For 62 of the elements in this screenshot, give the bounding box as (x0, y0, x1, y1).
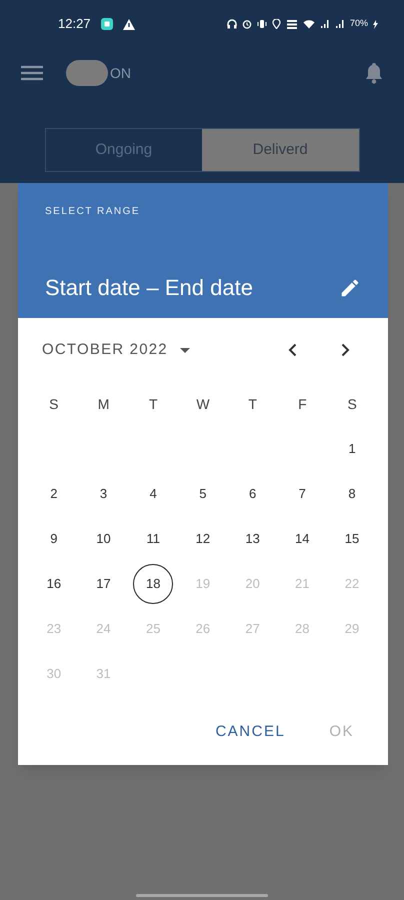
calendar-day[interactable]: 17 (84, 564, 124, 604)
calendar-day[interactable]: 11 (133, 518, 174, 558)
calendar-day: 23 (34, 608, 74, 648)
month-year-dropdown[interactable]: OCTOBER 2022 (42, 338, 190, 362)
dialog-title: Start date – End date (45, 274, 253, 302)
calendar-day: 27 (232, 608, 273, 648)
calendar-day: 29 (332, 608, 372, 648)
dropdown-caret-icon (180, 348, 190, 352)
calendar-day[interactable]: 16 (34, 564, 74, 604)
dialog-overline: SELECT RANGE (45, 205, 142, 219)
calendar-day: 31 (84, 654, 124, 694)
signal-icon (334, 19, 345, 29)
calendar-day[interactable]: 6 (232, 474, 273, 514)
calendar-day: 21 (282, 564, 322, 604)
battery-level: 70% (350, 17, 368, 30)
signal-icon (320, 19, 330, 29)
weekday-label: F (298, 394, 307, 414)
weekday-label: W (196, 394, 210, 414)
calendar-day[interactable]: 9 (34, 518, 74, 558)
calendar-day[interactable]: 5 (182, 474, 223, 514)
notification-bell-icon[interactable] (364, 62, 384, 84)
calendar-day: 28 (282, 608, 322, 648)
calendar-day[interactable]: 14 (282, 518, 322, 558)
alarm-icon (242, 19, 252, 29)
calendar-day[interactable]: 8 (332, 474, 372, 514)
calendar-day[interactable]: 2 (34, 474, 74, 514)
wifi-icon (302, 19, 315, 29)
vibrate-icon (256, 19, 267, 29)
weekday-label: T (149, 394, 158, 414)
calendar-day: 25 (133, 608, 174, 648)
weekday-label: T (248, 394, 257, 414)
toggle-label: ON (110, 64, 131, 82)
warning-icon (122, 18, 135, 30)
calendar-day[interactable]: 18 (133, 564, 174, 604)
pencil-icon[interactable] (339, 276, 361, 298)
calendar-day[interactable]: 10 (84, 518, 124, 558)
dialog-action-button[interactable]: CANCEL (203, 715, 298, 750)
weekday-label: M (98, 394, 110, 414)
calendar-day: 24 (84, 608, 124, 648)
location-icon (272, 19, 281, 29)
charging-icon (373, 20, 378, 28)
calendar-day: 19 (182, 564, 223, 604)
calendar-day[interactable]: 7 (282, 474, 322, 514)
calendar-day[interactable]: 3 (84, 474, 124, 514)
calendar-day[interactable]: 12 (182, 518, 223, 558)
previous-month-icon[interactable] (288, 343, 297, 357)
calendar-day: 26 (182, 608, 223, 648)
menu-icon[interactable] (20, 65, 44, 81)
weekday-label: S (347, 394, 357, 414)
headphones-icon (226, 19, 237, 29)
toggle-switch[interactable] (66, 60, 108, 86)
calendar-day[interactable]: 1 (332, 428, 372, 468)
calendar-day: 22 (332, 564, 372, 604)
weekday-label: S (49, 394, 59, 414)
calendar-day: 20 (232, 564, 273, 604)
calendar-day[interactable]: 4 (133, 474, 174, 514)
calendar-day[interactable]: 13 (232, 518, 273, 558)
next-month-icon[interactable] (341, 343, 350, 357)
app-notification-icon (100, 18, 113, 30)
calendar-day[interactable]: 15 (332, 518, 372, 558)
clock-time: 12:27 (58, 15, 91, 34)
calendar-day: 30 (34, 654, 74, 694)
